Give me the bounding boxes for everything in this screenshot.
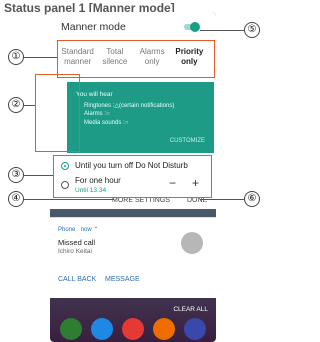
more-settings-button[interactable]: MORE SETTINGS — [112, 197, 170, 204]
manner-toggle[interactable] — [184, 22, 200, 32]
modes-highlight-box — [57, 40, 215, 78]
notification-caller: Ichiro Keitai — [58, 248, 92, 255]
callout-line-3 — [24, 175, 53, 176]
chrome-app-icon[interactable] — [122, 318, 144, 340]
notification-app: Phone · now ⌃ — [58, 227, 99, 233]
hear-title: You will hear — [76, 91, 113, 98]
panel-title: Manner mode — [61, 21, 126, 33]
avatar — [181, 232, 203, 254]
callout-2: ② — [8, 97, 24, 113]
camera-app-icon[interactable] — [184, 318, 206, 340]
callout-line-1 — [24, 57, 57, 58]
callout-6: ⑥ — [244, 191, 260, 207]
callout-line-2 — [24, 105, 35, 106]
hear-row-ringtones: Ringtones :△(certain notifications) — [84, 103, 175, 109]
callout-3: ③ — [8, 167, 24, 183]
hear-row-media: Media sounds :○ — [84, 120, 129, 126]
callout-line-6 — [200, 199, 244, 200]
toggle-knob — [190, 22, 200, 32]
missed-call-notification[interactable]: Phone · now ⌃ Missed call Ichiro Keitai … — [50, 217, 216, 298]
app-dock — [60, 318, 206, 340]
sound-summary-card: You will hear Ringtones :△(certain notif… — [67, 82, 214, 153]
options-highlight-box — [53, 155, 212, 198]
callout-1: ① — [8, 49, 24, 65]
card-highlight-box — [35, 74, 80, 152]
message-button[interactable]: MESSAGE — [105, 276, 140, 283]
callout-5: ⑤ — [244, 22, 260, 38]
callout-line-5 — [200, 30, 244, 31]
hear-row-alarms: Alarms :○ — [84, 111, 110, 117]
phone-app-icon[interactable] — [60, 318, 82, 340]
browser-app-icon[interactable] — [91, 318, 113, 340]
notification-title: Missed call — [58, 238, 96, 247]
call-back-button[interactable]: CALL BACK — [58, 276, 96, 283]
mail-app-icon[interactable] — [153, 318, 175, 340]
clear-all-button[interactable]: CLEAR ALL — [173, 306, 208, 313]
callout-4: ④ — [8, 191, 24, 207]
callout-line-4 — [24, 199, 114, 200]
customize-button[interactable]: CUSTOMIZE — [170, 138, 205, 144]
